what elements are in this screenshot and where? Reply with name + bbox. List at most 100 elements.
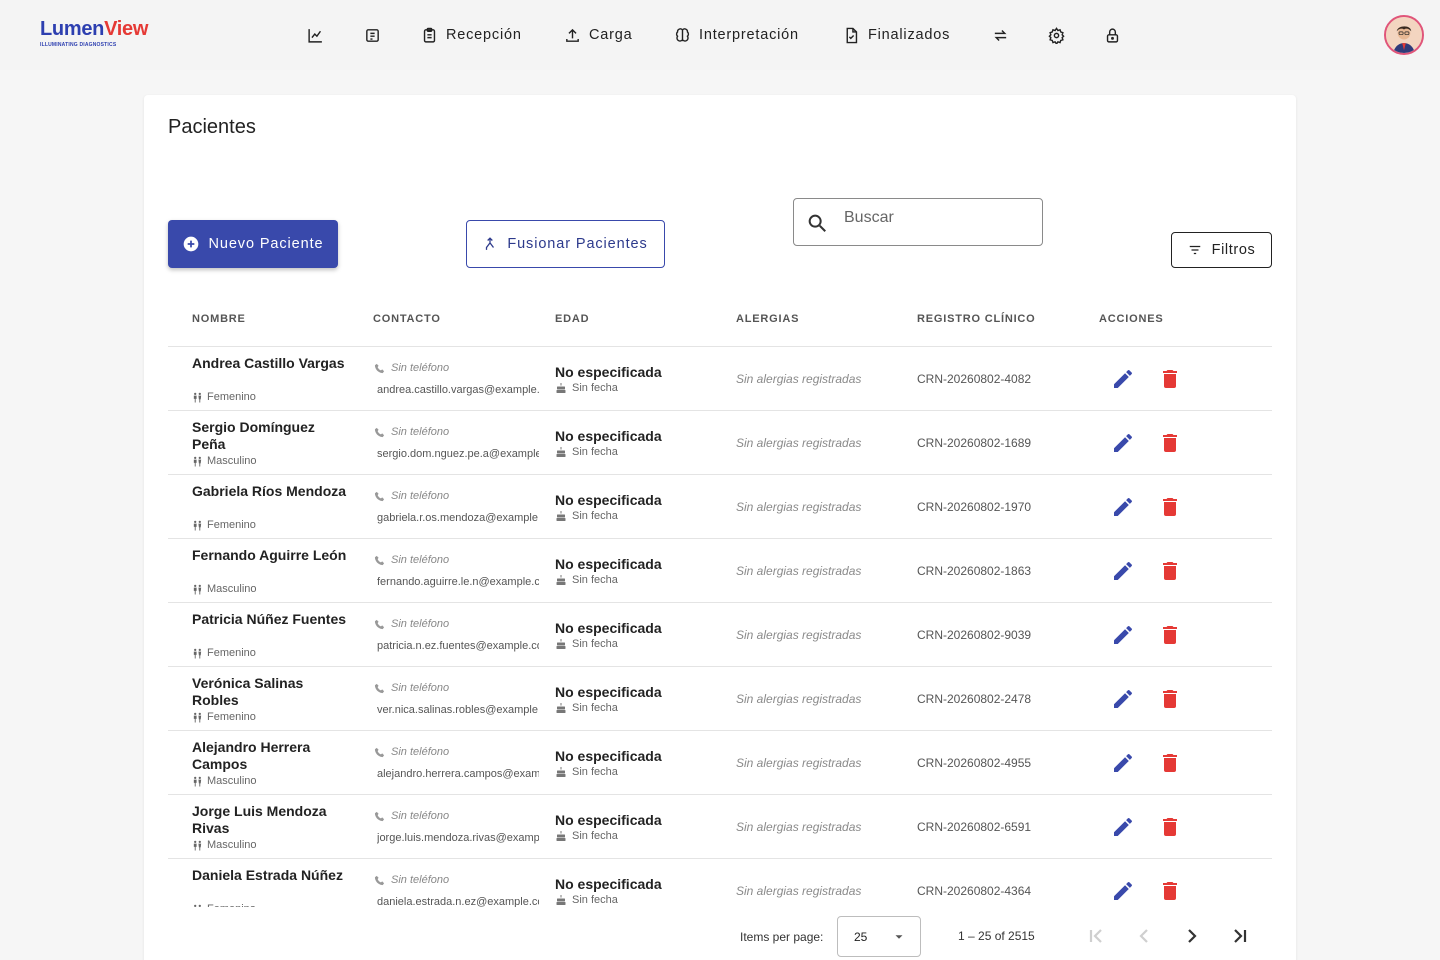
lock-icon [1106, 27, 1119, 43]
patient-sex: Masculino [192, 583, 257, 595]
delete-patient-button[interactable] [1158, 431, 1182, 455]
edit-patient-button[interactable] [1111, 559, 1135, 583]
table-row[interactable]: Sergio Domínguez Peña Masculino Sin teléfo… [168, 411, 1272, 475]
add-circle-icon [183, 236, 198, 252]
edit-patient-button[interactable] [1111, 815, 1135, 839]
edit-icon [1114, 369, 1132, 388]
patient-name: Alejandro Herrera Campos [192, 739, 311, 772]
patient-dob-label: Sin fecha [572, 702, 618, 714]
delete-patient-button[interactable] [1158, 623, 1182, 647]
edit-patient-button[interactable] [1111, 751, 1135, 775]
merge-patients-button[interactable]: Fusionar Pacientes [466, 220, 665, 268]
nav-settings[interactable] [1048, 22, 1065, 48]
first-page-button[interactable] [1084, 924, 1108, 948]
delete-patient-button[interactable] [1158, 559, 1182, 583]
patient-dob: Sin fecha [555, 446, 618, 458]
patient-sex-label: Femenino [207, 903, 256, 907]
filters-button[interactable]: Filtros [1171, 232, 1272, 268]
cake-icon [556, 447, 566, 457]
col-header-actions: ACCIONES [1099, 313, 1164, 325]
delete-patient-button[interactable] [1158, 367, 1182, 391]
patient-sex: Femenino [192, 903, 256, 907]
people-icon [193, 456, 202, 467]
table-row[interactable]: Andrea Castillo Vargas Femenino Sin teléfo… [168, 347, 1272, 411]
patient-name: Fernando Aguirre León [192, 547, 347, 563]
swap-icon [994, 29, 1007, 41]
table-row[interactable]: Jorge Luis Mendoza Rivas Masculino Sin tel… [168, 795, 1272, 859]
edit-icon [1114, 881, 1132, 900]
table-row[interactable]: Gabriela Ríos Mendoza Femenino Sin teléfon… [168, 475, 1272, 539]
patient-phone: Sin teléfono [374, 874, 449, 886]
nav-recepcion[interactable]: Recepción [421, 22, 522, 48]
search-field[interactable] [793, 198, 1043, 246]
nav-carga[interactable]: Carga [564, 22, 633, 48]
document-check-icon [846, 27, 858, 43]
patient-sex: Femenino [192, 647, 256, 659]
nav-dashboard[interactable] [307, 22, 324, 48]
edit-patient-button[interactable] [1111, 495, 1135, 519]
col-header-allergies[interactable]: ALERGIAS [736, 313, 799, 325]
patient-phone-label: Sin teléfono [391, 874, 450, 886]
patient-email: andrea.castillo.vargas@example.com [377, 384, 539, 396]
delete-patient-button[interactable] [1158, 495, 1182, 519]
nav-finalizados[interactable]: Finalizados [843, 22, 950, 48]
cake-icon [556, 511, 566, 521]
search-input[interactable] [844, 207, 1034, 229]
delete-patient-button[interactable] [1158, 687, 1182, 711]
phone-icon [374, 683, 385, 693]
people-icon [193, 776, 202, 787]
patient-age: No especificada [555, 812, 662, 828]
patient-phone: Sin teléfono [374, 362, 449, 374]
patient-dob: Sin fecha [555, 830, 618, 842]
table-row[interactable]: Verónica Salinas Robles Femenino Sin teléf… [168, 667, 1272, 731]
edit-patient-button[interactable] [1111, 431, 1135, 455]
nav-label: Interpretación [699, 27, 799, 43]
col-header-record[interactable]: REGISTRO CLÍNICO [917, 313, 1036, 325]
patient-name: Gabriela Ríos Mendoza [192, 483, 347, 499]
patient-phone-label: Sin teléfono [391, 746, 450, 758]
last-page-button[interactable] [1228, 924, 1252, 948]
trash-icon [1163, 498, 1177, 516]
patient-sex: Femenino [192, 391, 256, 403]
app-logo[interactable]: LumenView ILLUMINATING DIAGNOSTICS [40, 18, 148, 48]
patient-name: Daniela Estrada Núñez [192, 867, 343, 883]
trash-icon [1163, 626, 1177, 644]
edit-patient-button[interactable] [1111, 879, 1135, 903]
next-page-button[interactable] [1180, 924, 1204, 948]
table-row[interactable]: Patricia Núñez Fuentes Femenino Sin teléfo… [168, 603, 1272, 667]
patient-dob: Sin fecha [555, 510, 618, 522]
trash-icon [1163, 818, 1177, 836]
edit-patient-button[interactable] [1111, 687, 1135, 711]
delete-patient-button[interactable] [1158, 879, 1182, 903]
nav-interpretacion[interactable]: Interpretación [674, 22, 799, 48]
nav-tags[interactable] [364, 22, 381, 48]
table-row[interactable]: Fernando Aguirre León Masculino Sin teléfo… [168, 539, 1272, 603]
patient-phone: Sin teléfono [374, 490, 449, 502]
table-header: NOMBRE CONTACTO EDAD ALERGIAS REGISTRO C… [168, 295, 1272, 347]
nav-lock[interactable] [1104, 22, 1121, 48]
tag-icon [366, 28, 379, 42]
col-header-age[interactable]: EDAD [555, 313, 589, 325]
avatar-icon [1386, 17, 1422, 53]
patient-dob: Sin fecha [555, 894, 618, 906]
new-patient-button[interactable]: Nuevo Paciente [168, 220, 338, 268]
col-header-name[interactable]: NOMBRE [192, 313, 246, 325]
delete-patient-button[interactable] [1158, 815, 1182, 839]
people-icon [193, 520, 202, 531]
user-avatar[interactable] [1384, 15, 1424, 55]
previous-page-button[interactable] [1132, 924, 1156, 948]
nav-transfer[interactable] [992, 22, 1009, 48]
page-title: Pacientes [168, 116, 256, 138]
col-header-contact[interactable]: CONTACTO [373, 313, 441, 325]
people-icon [193, 712, 202, 723]
delete-patient-button[interactable] [1158, 751, 1182, 775]
edit-icon [1114, 497, 1132, 516]
edit-patient-button[interactable] [1111, 623, 1135, 647]
trash-icon [1163, 434, 1177, 452]
table-row[interactable]: Daniela Estrada Núñez Femenino Sin teléfon… [168, 859, 1272, 907]
patient-dob-label: Sin fecha [572, 638, 618, 650]
table-row[interactable]: Alejandro Herrera Campos Masculino Sin tel… [168, 731, 1272, 795]
edit-patient-button[interactable] [1111, 367, 1135, 391]
page-size-select[interactable]: 25 [837, 916, 921, 957]
clipboard-icon [423, 27, 436, 43]
